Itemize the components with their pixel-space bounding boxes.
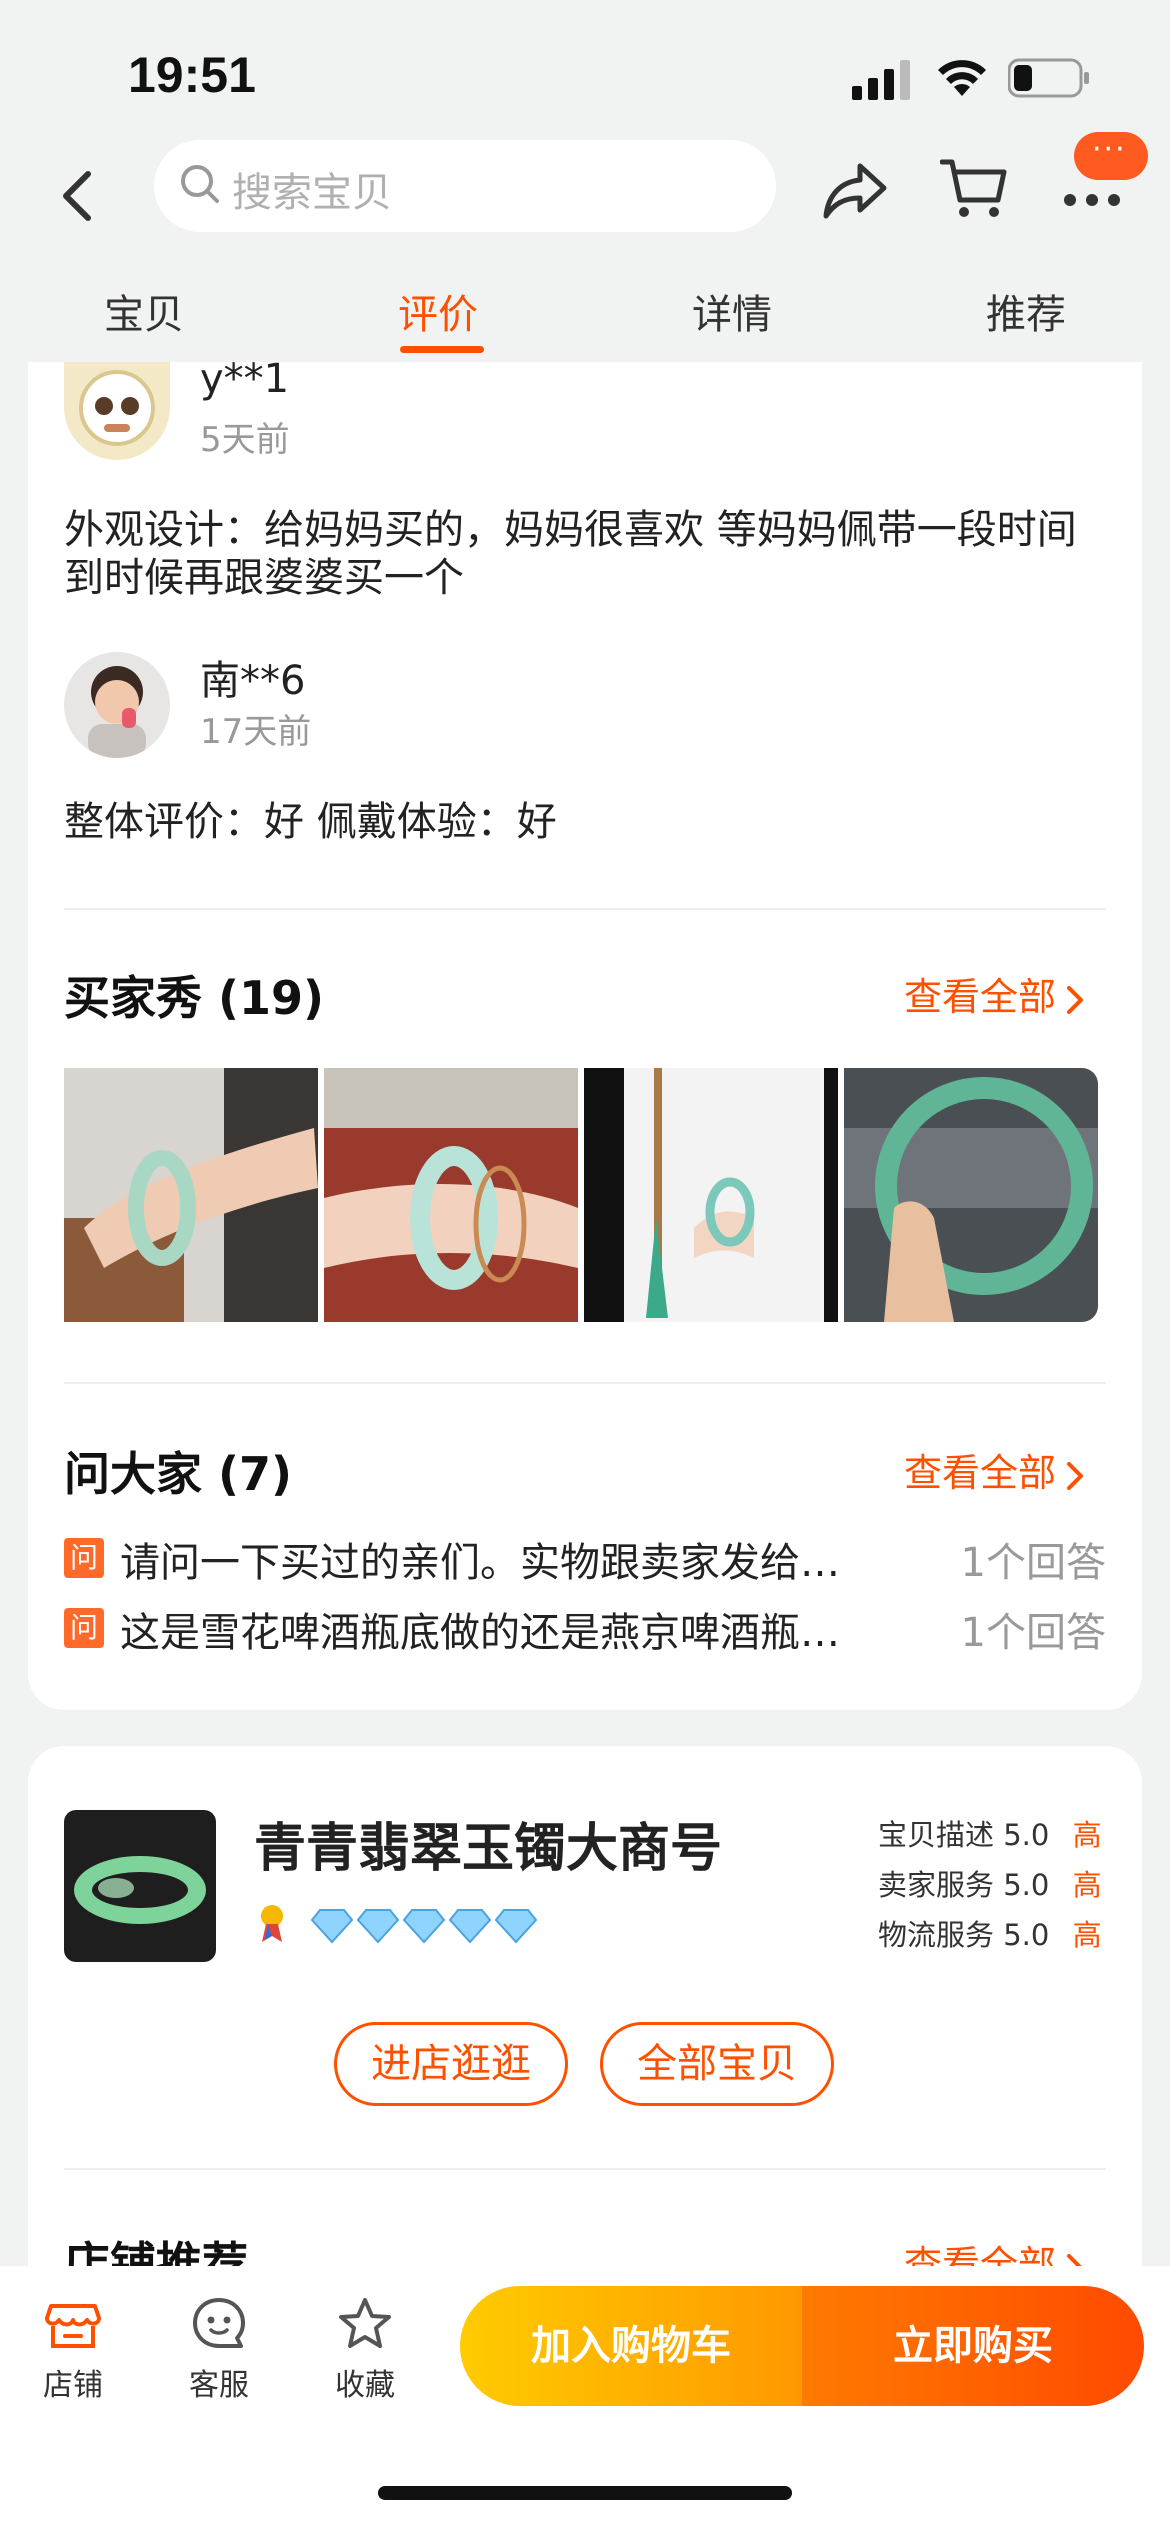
cart-icon[interactable] <box>940 156 1008 222</box>
buy-now-button[interactable]: 立即购买 <box>802 2286 1144 2406</box>
qa-answer-count: 1个回答 <box>960 1610 1106 1656</box>
rating-logistics: 物流服务 5.0 高 <box>878 1918 1102 1952</box>
customer-service-button[interactable]: 客服 <box>164 2296 274 2416</box>
add-to-cart-button[interactable]: 加入购物车 <box>460 2286 802 2406</box>
buyer-photo[interactable] <box>844 1068 1098 1322</box>
review-text[interactable]: 整体评价：好 佩戴体验：好 <box>64 798 1104 846</box>
battery-icon <box>1008 58 1089 98</box>
share-icon[interactable] <box>820 160 890 222</box>
chevron-right-icon <box>1067 1461 1084 1490</box>
search-placeholder: 搜索宝贝 <box>232 170 392 216</box>
question-tag: 问 <box>64 1608 104 1648</box>
diamond-rank-icon <box>261 1905 538 1944</box>
qa-question: 请问一下买过的亲们。实物跟卖家发给… <box>120 1540 840 1586</box>
chevron-right-icon <box>1067 985 1084 1014</box>
review-text[interactable]: 外观设计：给妈妈买的，妈妈很喜欢 等妈妈佩带一段时间到时候再跟婆婆买一个 <box>64 506 1104 602</box>
qa-item[interactable]: 问 请问一下买过的亲们。实物跟卖家发给… 1个回答 <box>64 1530 1106 1586</box>
tab-item[interactable]: 宝贝 <box>104 282 184 340</box>
review-time: 5天前 <box>200 420 290 460</box>
review-username: y**1 <box>200 356 290 402</box>
favorite-button[interactable]: 收藏 <box>310 2296 420 2416</box>
question-tag: 问 <box>64 1538 104 1578</box>
search-icon <box>181 165 219 203</box>
shop-button[interactable]: 店铺 <box>18 2296 128 2416</box>
rating-service: 卖家服务 5.0 高 <box>878 1868 1102 1902</box>
section-tabs: 宝贝 评价 详情 推荐 <box>0 270 1170 362</box>
divider <box>64 1382 1106 1384</box>
search-input[interactable]: 搜索宝贝 <box>154 140 776 232</box>
buyer-photo[interactable] <box>584 1068 838 1322</box>
signal-icon <box>852 60 910 100</box>
buyer-show-title: 买家秀 (19) <box>64 971 325 1025</box>
avatar[interactable] <box>64 652 170 758</box>
home-indicator <box>378 2486 792 2500</box>
status-bar: 19:51 <box>0 0 1170 140</box>
ask-all-view-all[interactable]: 查看全部 <box>904 1442 1084 1497</box>
message-badge[interactable]: ··· <box>1074 132 1148 180</box>
divider <box>64 2168 1106 2170</box>
qa-answer-count: 1个回答 <box>960 1540 1106 1586</box>
rating-description: 宝贝描述 5.0 高 <box>878 1818 1102 1852</box>
avatar[interactable] <box>64 362 170 460</box>
tab-recommend[interactable]: 推荐 <box>986 282 1066 340</box>
buyer-photo[interactable] <box>64 1068 318 1322</box>
store-card: 青青翡翠玉镯大商号 宝贝描述 5.0 高 卖家服务 5.0 高 物流服务 5.0… <box>28 1746 1142 2291</box>
back-icon[interactable] <box>50 162 110 228</box>
chat-bubble-icon <box>193 2298 245 2348</box>
review-time: 17天前 <box>200 712 312 752</box>
tab-reviews[interactable]: 评价 <box>398 282 478 340</box>
buyer-photo[interactable] <box>324 1068 578 1322</box>
all-items-button[interactable]: 全部宝贝 <box>600 2022 834 2106</box>
reviews-card: y**1 5天前 外观设计：给妈妈买的，妈妈很喜欢 等妈妈佩带一段时间到时候再跟… <box>28 356 1142 1710</box>
divider <box>64 908 1106 910</box>
top-navigation: 搜索宝贝 ··· <box>0 132 1170 250</box>
star-icon <box>339 2298 391 2348</box>
tab-details[interactable]: 详情 <box>692 282 772 340</box>
ask-all-title: 问大家 (7) <box>64 1447 293 1501</box>
status-time: 19:51 <box>128 47 256 103</box>
qa-question: 这是雪花啤酒瓶底做的还是燕京啤酒瓶… <box>120 1610 840 1656</box>
qa-item[interactable]: 问 这是雪花啤酒瓶底做的还是燕京啤酒瓶… 1个回答 <box>64 1600 1106 1656</box>
active-tab-indicator <box>400 346 484 353</box>
store-logo[interactable] <box>64 1810 216 1962</box>
enter-store-button[interactable]: 进店逛逛 <box>334 2022 568 2106</box>
wifi-icon <box>938 60 986 96</box>
store-icon <box>45 2304 101 2348</box>
review-username: 南**6 <box>200 658 306 704</box>
buyer-show-view-all[interactable]: 查看全部 <box>904 966 1084 1021</box>
store-name[interactable]: 青青翡翠玉镯大商号 <box>254 1806 722 1881</box>
